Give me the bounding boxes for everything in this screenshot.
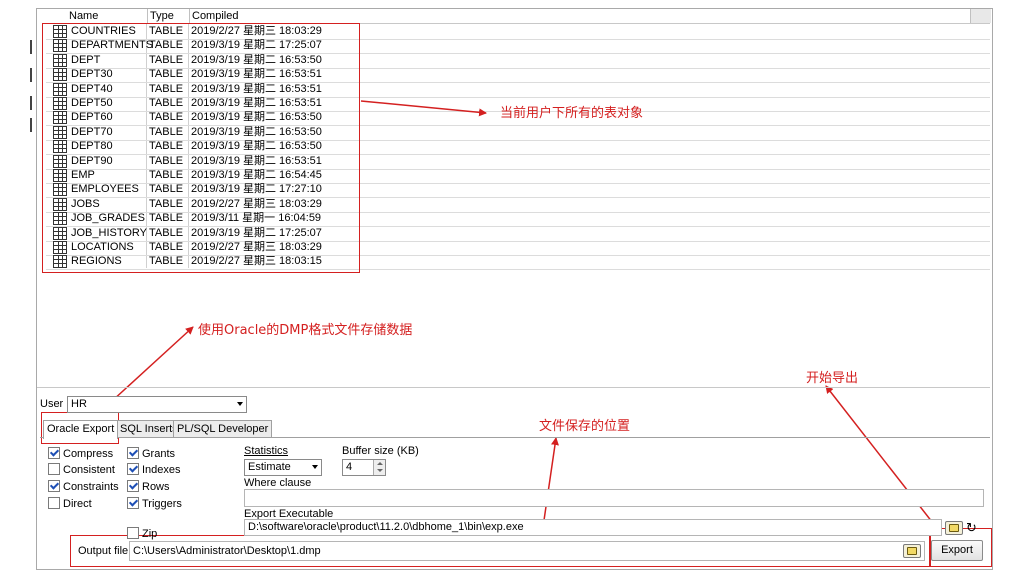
where-clause-input[interactable] xyxy=(244,489,984,507)
tab-strip-border xyxy=(40,437,990,438)
rows-label: Rows xyxy=(142,481,170,493)
triggers-checkbox[interactable]: Triggers xyxy=(127,497,182,511)
checkbox-box xyxy=(48,497,60,509)
checkbox-box xyxy=(127,497,139,509)
constraints-label: Constraints xyxy=(63,481,119,493)
folder-open-icon[interactable] xyxy=(903,544,921,558)
user-select[interactable]: HR xyxy=(67,396,247,413)
indexes-label: Indexes xyxy=(142,464,181,476)
constraints-checkbox[interactable]: Constraints xyxy=(48,480,119,494)
user-select-value: HR xyxy=(71,398,87,410)
consistent-label: Consistent xyxy=(63,464,115,476)
rows-checkbox[interactable]: Rows xyxy=(127,480,170,494)
export-executable-input[interactable]: D:\software\oracle\product\11.2.0\dbhome… xyxy=(244,519,942,536)
compress-checkbox[interactable]: Compress xyxy=(48,447,113,461)
chevron-down-icon xyxy=(312,465,318,469)
checkbox-box xyxy=(127,463,139,475)
zip-checkbox[interactable]: Zip xyxy=(127,527,157,541)
tab-oracle-export[interactable]: Oracle Export xyxy=(43,420,119,439)
spinner-arrows-icon[interactable] xyxy=(373,460,385,475)
output-file-input[interactable]: C:\Users\Administrator\Desktop\1.dmp xyxy=(129,541,925,561)
statistics-select[interactable]: Estimate xyxy=(244,459,322,476)
zip-label: Zip xyxy=(142,528,158,540)
refresh-icon[interactable]: ↻ xyxy=(966,521,977,535)
compress-label: Compress xyxy=(63,448,114,460)
panel-separator[interactable] xyxy=(37,387,990,388)
indexes-checkbox[interactable]: Indexes xyxy=(127,463,181,477)
direct-checkbox[interactable]: Direct xyxy=(48,497,92,511)
output-file-label: Output file xyxy=(78,545,129,557)
arrow-to-tables-note xyxy=(360,100,487,117)
statistics-value: Estimate xyxy=(248,461,291,473)
output-file-value: C:\Users\Administrator\Desktop\1.dmp xyxy=(133,545,321,557)
tab-plsql-developer[interactable]: PL/SQL Developer xyxy=(173,420,273,438)
tab-sql-inserts[interactable]: SQL Inserts xyxy=(116,420,182,438)
buffer-size-label: Buffer size (KB) xyxy=(342,445,419,457)
chevron-down-icon xyxy=(237,402,243,406)
export-button[interactable]: Export xyxy=(931,540,983,561)
buffer-size-value: 4 xyxy=(346,461,353,473)
consistent-checkbox[interactable]: Consistent xyxy=(48,463,115,477)
statistics-label: Statistics xyxy=(244,445,289,457)
checkbox-box xyxy=(48,480,60,492)
checkbox-box xyxy=(127,527,139,539)
checkbox-box xyxy=(127,447,139,459)
checkbox-box xyxy=(48,463,60,475)
checkbox-box xyxy=(127,480,139,492)
folder-open-icon[interactable] xyxy=(945,521,963,535)
triggers-label: Triggers xyxy=(142,498,182,510)
checkbox-box xyxy=(48,447,60,459)
buffer-size-spinner[interactable]: 4 xyxy=(342,459,386,476)
grants-checkbox[interactable]: Grants xyxy=(127,447,175,461)
export-executable-value: D:\software\oracle\product\11.2.0\dbhome… xyxy=(248,521,524,533)
user-label: User xyxy=(40,398,64,410)
grants-label: Grants xyxy=(142,448,176,460)
direct-label: Direct xyxy=(63,498,92,510)
